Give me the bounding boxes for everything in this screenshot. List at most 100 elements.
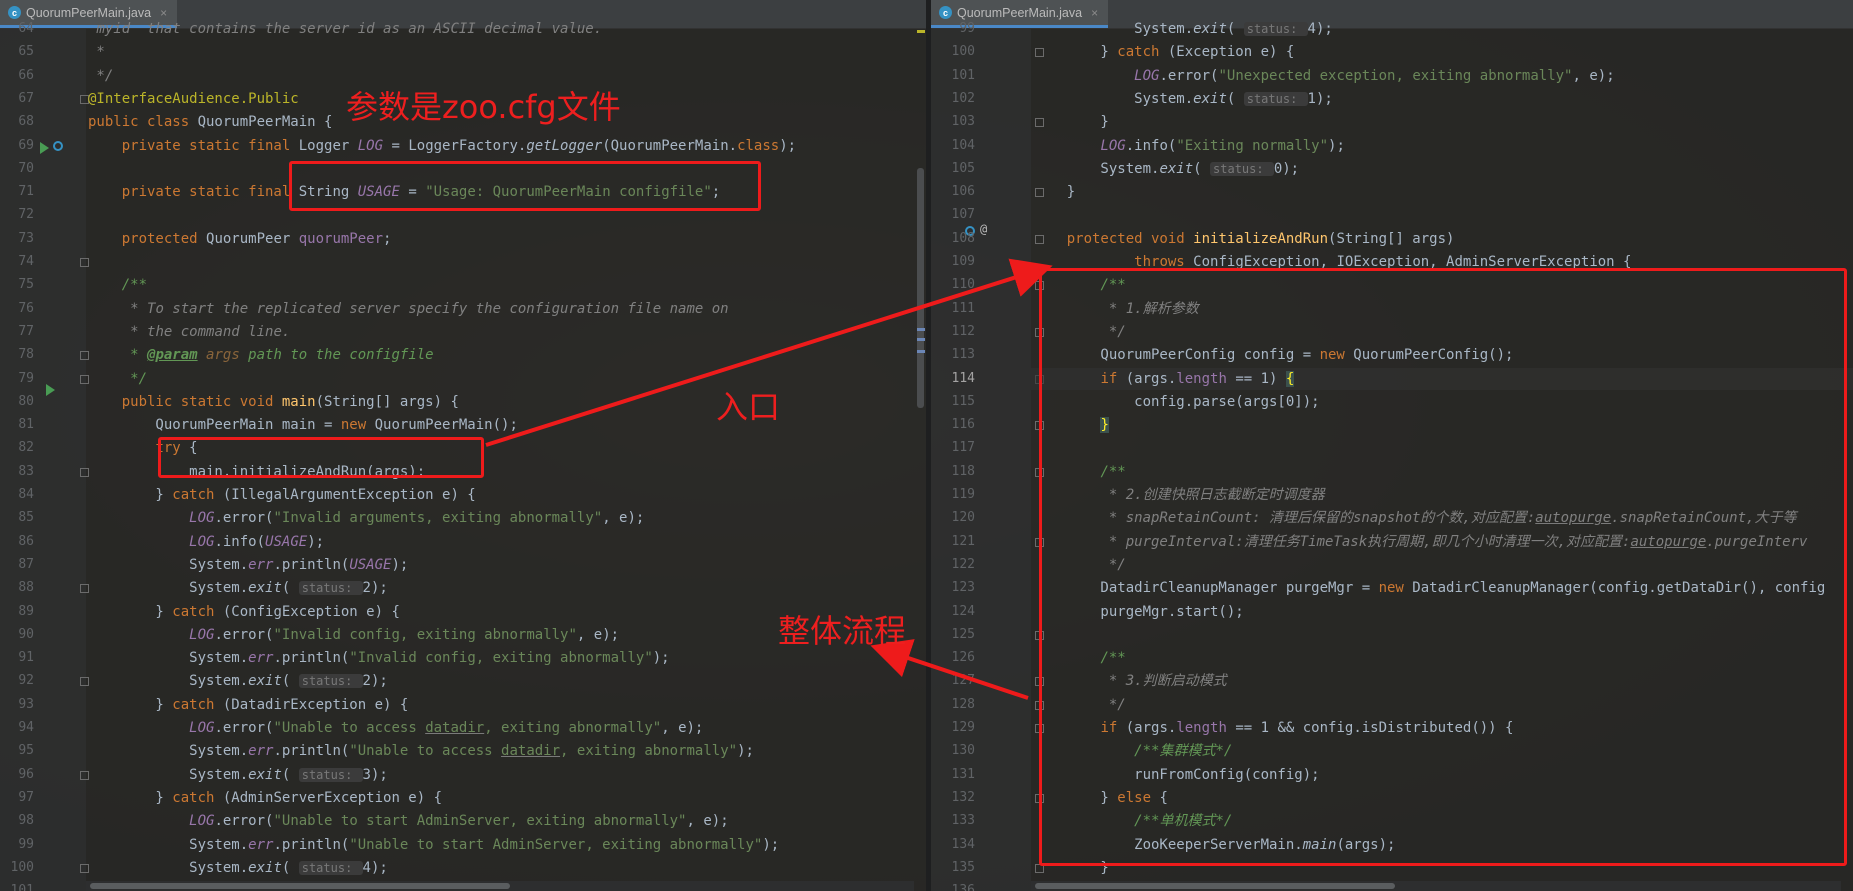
code-line[interactable]: protected void initializeAndRun(String[]… bbox=[1033, 228, 1455, 250]
line-number[interactable]: 82 bbox=[0, 437, 34, 459]
code-line[interactable]: System.err.println(USAGE); bbox=[88, 554, 408, 576]
code-line[interactable]: } catch (DatadirException e) { bbox=[88, 694, 408, 716]
vertical-scrollbar[interactable] bbox=[914, 28, 926, 879]
code-line[interactable]: * bbox=[88, 41, 104, 63]
code-line[interactable]: private static final Logger LOG = Logger… bbox=[88, 135, 796, 157]
line-number[interactable]: 125 bbox=[931, 624, 975, 646]
line-number[interactable]: 78 bbox=[0, 344, 34, 366]
line-number[interactable]: 81 bbox=[0, 414, 34, 436]
scrollbar-thumb[interactable] bbox=[1035, 883, 1395, 889]
line-number[interactable]: 77 bbox=[0, 321, 34, 343]
line-number[interactable]: 109 bbox=[931, 251, 975, 273]
line-number[interactable]: 69 bbox=[0, 135, 34, 157]
code-line[interactable]: LOG.error("Unexpected exception, exiting… bbox=[1033, 65, 1614, 87]
code-line[interactable]: QuorumPeerMain main = new QuorumPeerMain… bbox=[88, 414, 517, 436]
line-number[interactable]: 121 bbox=[931, 531, 975, 553]
line-number[interactable]: 89 bbox=[0, 601, 34, 623]
code-line[interactable]: } bbox=[1033, 111, 1108, 133]
line-number[interactable]: 127 bbox=[931, 670, 975, 692]
line-number[interactable]: 111 bbox=[931, 298, 975, 320]
line-number[interactable]: 131 bbox=[931, 764, 975, 786]
line-number[interactable]: 95 bbox=[0, 740, 34, 762]
line-number[interactable]: 129 bbox=[931, 717, 975, 739]
line-number[interactable]: 126 bbox=[931, 647, 975, 669]
implemented-icon[interactable] bbox=[53, 141, 63, 151]
code-line[interactable]: } catch (IllegalArgumentException e) { bbox=[88, 484, 475, 506]
code-line[interactable]: * To start the replicated server specify… bbox=[88, 298, 728, 320]
line-number[interactable]: 118 bbox=[931, 461, 975, 483]
code-line[interactable]: public static void main(String[] args) { bbox=[88, 391, 459, 413]
info-marker[interactable] bbox=[917, 350, 925, 353]
line-number[interactable]: 93 bbox=[0, 694, 34, 716]
line-number[interactable]: 85 bbox=[0, 507, 34, 529]
run-icon[interactable] bbox=[40, 142, 49, 154]
line-number[interactable]: 64 bbox=[0, 18, 34, 40]
line-number[interactable]: 76 bbox=[0, 298, 34, 320]
line-number[interactable]: 71 bbox=[0, 181, 34, 203]
line-number[interactable]: 122 bbox=[931, 554, 975, 576]
horizontal-scrollbar[interactable] bbox=[86, 881, 914, 891]
code-line[interactable]: protected QuorumPeer quorumPeer; bbox=[88, 228, 392, 250]
run-icon[interactable] bbox=[46, 384, 55, 396]
code-line[interactable]: System.err.println("Invalid config, exit… bbox=[88, 647, 669, 669]
line-number[interactable]: 100 bbox=[931, 41, 975, 63]
line-number[interactable]: 116 bbox=[931, 414, 975, 436]
info-marker[interactable] bbox=[917, 338, 925, 341]
line-number[interactable]: 123 bbox=[931, 577, 975, 599]
code-line[interactable]: * the command line. bbox=[88, 321, 290, 343]
line-number[interactable]: 106 bbox=[931, 181, 975, 203]
line-number[interactable]: 135 bbox=[931, 857, 975, 879]
line-number[interactable]: 96 bbox=[0, 764, 34, 786]
code-line[interactable]: */ bbox=[88, 368, 147, 390]
line-number[interactable]: 70 bbox=[0, 158, 34, 180]
code-line[interactable]: */ bbox=[88, 65, 113, 87]
line-number[interactable]: 112 bbox=[931, 321, 975, 343]
scrollbar-thumb[interactable] bbox=[90, 883, 510, 889]
line-number[interactable]: 83 bbox=[0, 461, 34, 483]
line-number[interactable]: 66 bbox=[0, 65, 34, 87]
line-number[interactable]: 99 bbox=[931, 18, 975, 40]
line-number[interactable]: 90 bbox=[0, 624, 34, 646]
line-number[interactable]: 74 bbox=[0, 251, 34, 273]
line-number[interactable]: 114 bbox=[931, 368, 975, 390]
line-number[interactable]: 119 bbox=[931, 484, 975, 506]
horizontal-scrollbar[interactable] bbox=[1031, 881, 1841, 891]
line-number[interactable]: 102 bbox=[931, 88, 975, 110]
line-number[interactable]: 136 bbox=[931, 880, 975, 891]
code-line[interactable]: System.exit( status: 0); bbox=[1033, 158, 1299, 180]
line-number[interactable]: 84 bbox=[0, 484, 34, 506]
code-line[interactable]: System.err.println("Unable to access dat… bbox=[88, 740, 754, 762]
line-number[interactable]: 99 bbox=[0, 834, 34, 856]
annotation-icon[interactable]: @ bbox=[980, 222, 987, 236]
code-line[interactable]: System.exit( status: 4); bbox=[1033, 18, 1333, 40]
line-number[interactable]: 104 bbox=[931, 135, 975, 157]
code-line[interactable]: myid that contains the server id as an A… bbox=[88, 18, 602, 40]
line-number[interactable]: 103 bbox=[931, 111, 975, 133]
info-marker[interactable] bbox=[917, 328, 925, 331]
scrollbar-thumb[interactable] bbox=[917, 168, 924, 408]
warning-marker[interactable] bbox=[917, 30, 925, 33]
code-line[interactable]: LOG.error("Invalid config, exiting abnor… bbox=[88, 624, 619, 646]
code-line[interactable]: System.exit( status: 2); bbox=[88, 577, 388, 599]
line-number[interactable]: 68 bbox=[0, 111, 34, 133]
line-number[interactable]: 108 bbox=[931, 228, 975, 250]
code-line[interactable]: LOG.error("Unable to access datadir, exi… bbox=[88, 717, 703, 739]
line-number[interactable]: 75 bbox=[0, 274, 34, 296]
line-number[interactable]: 132 bbox=[931, 787, 975, 809]
code-line[interactable]: System.exit( status: 1); bbox=[1033, 88, 1333, 110]
code-line[interactable]: System.err.println("Unable to start Admi… bbox=[88, 834, 779, 856]
line-number[interactable]: 80 bbox=[0, 391, 34, 413]
line-number[interactable]: 100 bbox=[0, 857, 34, 879]
line-number[interactable]: 79 bbox=[0, 368, 34, 390]
line-number[interactable]: 130 bbox=[931, 740, 975, 762]
line-number[interactable]: 65 bbox=[0, 41, 34, 63]
code-line[interactable]: } catch (Exception e) { bbox=[1033, 41, 1294, 63]
line-number[interactable]: 101 bbox=[0, 880, 34, 891]
code-line[interactable]: } catch (ConfigException e) { bbox=[88, 601, 399, 623]
code-line[interactable]: System.exit( status: 4); bbox=[88, 857, 388, 879]
line-number[interactable]: 94 bbox=[0, 717, 34, 739]
line-number[interactable]: 107 bbox=[931, 204, 975, 226]
line-number[interactable]: 105 bbox=[931, 158, 975, 180]
line-number[interactable]: 98 bbox=[0, 810, 34, 832]
line-number[interactable]: 86 bbox=[0, 531, 34, 553]
